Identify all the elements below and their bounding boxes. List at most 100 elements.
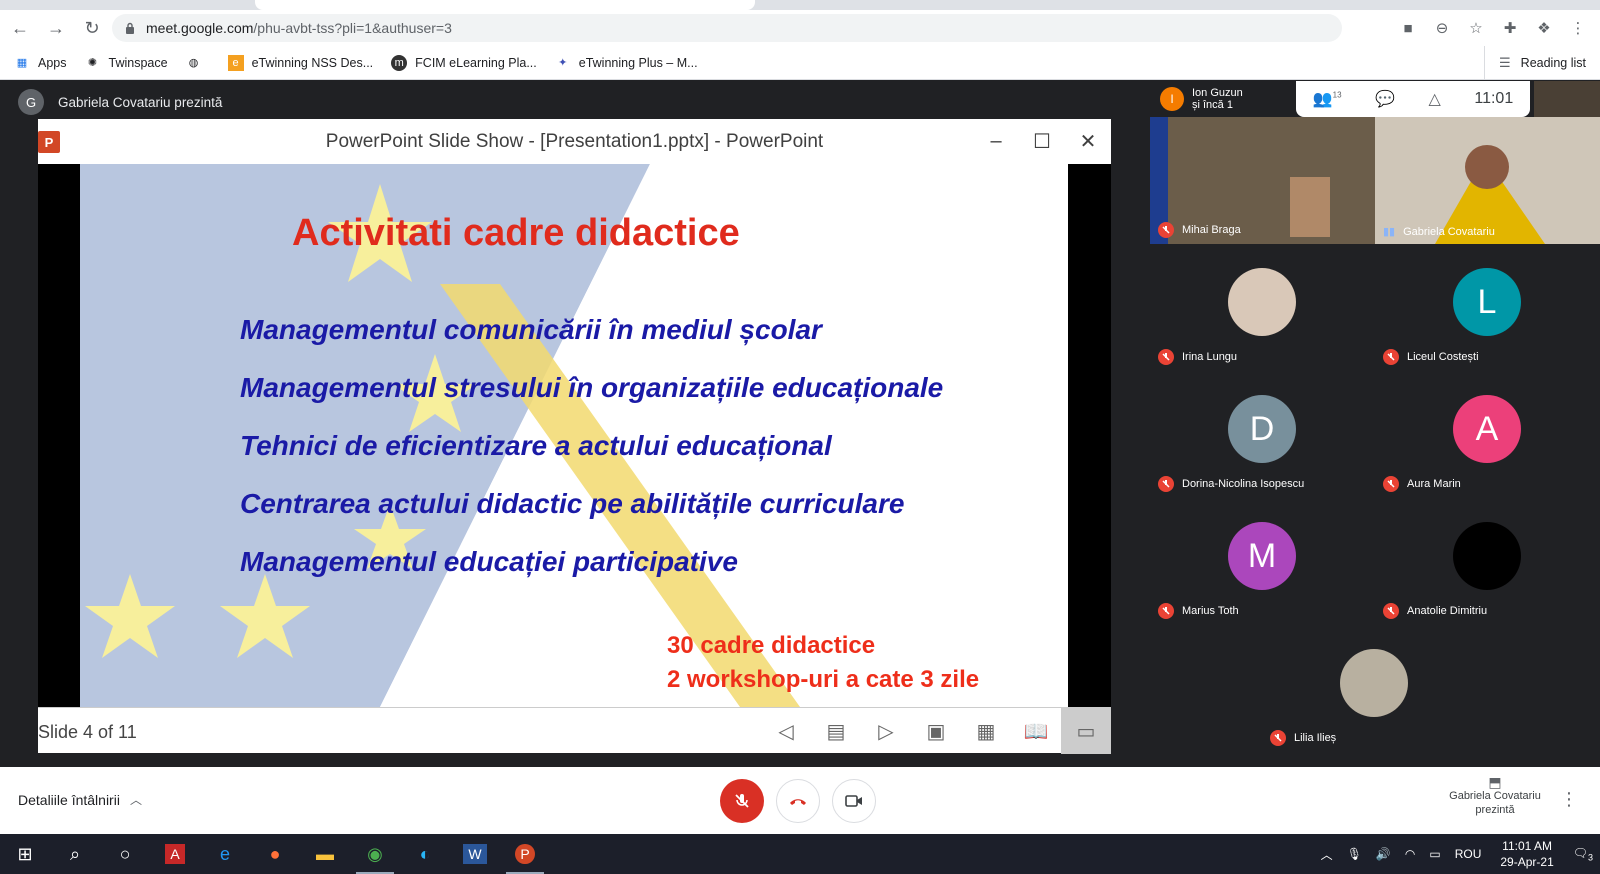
ppt-status-bar: Slide 4 of 11 ◁ ▤ ▷ ▣ ▦ 📖 ▭ <box>38 707 1111 754</box>
back-icon[interactable]: ← <box>4 12 36 44</box>
firefox-icon[interactable]: ● <box>250 834 300 874</box>
self-view[interactable] <box>1534 81 1600 117</box>
participant-label: Dorina-Nicolina Isopescu <box>1158 476 1304 492</box>
participant-label: Liceul Costești <box>1383 349 1479 365</box>
powerpoint-taskbar-icon[interactable]: P <box>500 834 550 874</box>
slide-bullet: Managementul stresului în organizațiile … <box>240 372 944 403</box>
mic-toggle-button[interactable] <box>720 779 764 823</box>
mic-off-icon <box>1383 349 1399 365</box>
volume-icon[interactable]: 🔊 <box>1376 847 1391 861</box>
bookmark-etwinning-nss[interactable]: e eTwinning NSS Des... <box>227 54 373 71</box>
extensions-icon[interactable]: ✚ <box>1498 16 1522 40</box>
cortana-icon[interactable]: ○ <box>100 834 150 874</box>
participant-tile[interactable]: D Dorina-Nicolina Isopescu <box>1150 371 1375 498</box>
participant-tile[interactable]: Irina Lungu <box>1150 244 1375 371</box>
zoom-icon[interactable]: ⊖ <box>1430 16 1454 40</box>
more-options-icon[interactable]: ⋮ <box>1560 789 1578 810</box>
moodle-icon: m <box>391 54 408 71</box>
bookmark-globe[interactable]: ◍ <box>186 55 210 71</box>
participant-tile[interactable]: Anatolie Dimitriu <box>1375 498 1600 625</box>
participant-photo <box>1340 649 1408 717</box>
search-icon[interactable]: ⌕ <box>50 834 100 874</box>
acrobat-icon[interactable]: A <box>150 834 200 874</box>
participant-photo <box>1453 522 1521 590</box>
leave-call-button[interactable] <box>776 779 820 823</box>
slide-counter: Slide 4 of 11 <box>38 722 137 742</box>
bookmark-apps[interactable]: ▦ Apps <box>14 55 67 71</box>
etwinning-icon: e <box>227 54 244 71</box>
participant-tile[interactable]: Lilia Ilieș <box>1262 625 1487 752</box>
ppt-window-title: PowerPoint Slide Show - [Presentation1.p… <box>325 130 824 152</box>
participant-avatar: A <box>1453 395 1521 463</box>
reading-list[interactable]: ☰ Reading list <box>1484 46 1586 80</box>
reload-icon[interactable]: ↻ <box>76 12 108 44</box>
guest-more: și încă 1 <box>1192 99 1233 111</box>
participant-tile[interactable]: A Aura Marin <box>1375 371 1600 498</box>
present-icon: ⬒ <box>1488 774 1502 790</box>
forward-icon[interactable]: → <box>40 12 72 44</box>
url-text: meet.google.com/phu-avbt-tss?pli=1&authu… <box>146 20 452 36</box>
participant-tile[interactable]: M Marius Toth <box>1150 498 1375 625</box>
camera-toggle-button[interactable] <box>832 779 876 823</box>
input-language[interactable]: ROU <box>1455 847 1482 861</box>
maximize-icon[interactable]: ☐ <box>1019 119 1065 164</box>
taskbar-clock[interactable]: 11:01 AM 29-Apr-21 <box>1500 838 1553 870</box>
chrome-icon[interactable]: ◉ <box>350 834 400 874</box>
active-tab[interactable] <box>255 0 755 10</box>
tab-strip <box>0 0 1600 10</box>
mic-off-icon <box>1383 476 1399 492</box>
apps-icon: ▦ <box>16 57 28 69</box>
slide-sorter-icon[interactable]: ▦ <box>961 708 1011 754</box>
presenting-indicator[interactable]: ⬒ Gabriela Covatariu prezintă <box>1440 775 1550 817</box>
slide-bullet: Centrarea actului didactic pe abilitățil… <box>240 488 905 519</box>
guest-chip[interactable]: I Ion Guzun și încă 1 <box>1160 83 1292 115</box>
participant-tile[interactable]: Mihai Braga <box>1150 117 1375 244</box>
meet-toolbar: 👥13 💬 △ 11:01 <box>1296 81 1530 117</box>
slide-menu-icon[interactable]: ▤ <box>811 708 861 754</box>
previous-slide-icon[interactable]: ◁ <box>761 708 811 754</box>
word-icon[interactable]: W <box>450 834 500 874</box>
slide-bullet: Tehnici de eficientizare a actului educa… <box>240 430 832 461</box>
meeting-details-button[interactable]: Detaliile întâlnirii ︿ <box>18 791 142 808</box>
bookmark-fcim[interactable]: m FCIM eLearning Pla... <box>391 54 537 71</box>
star-icon[interactable]: ☆ <box>1464 16 1488 40</box>
camera-icon[interactable]: ■ <box>1396 16 1420 40</box>
next-slide-icon[interactable]: ▷ <box>861 708 911 754</box>
reading-view-icon[interactable]: 📖 <box>1011 708 1061 754</box>
battery-icon[interactable]: ▭ <box>1429 847 1440 861</box>
presenter-avatar: G <box>18 89 44 115</box>
participant-tile[interactable]: ▮▮ Gabriela Covatariu <box>1375 117 1600 244</box>
file-explorer-icon[interactable]: ▬ <box>300 834 350 874</box>
people-icon[interactable]: 👥13 <box>1313 89 1342 109</box>
menu-icon[interactable]: ⋮ <box>1566 16 1590 40</box>
etwinning-plus-icon: ✦ <box>558 57 568 69</box>
chat-icon[interactable]: 💬 <box>1375 89 1395 109</box>
mic-off-icon <box>1158 222 1174 238</box>
chevron-up-icon[interactable]: ︿ <box>1321 846 1333 863</box>
video-icon <box>845 795 862 807</box>
extension-icon[interactable]: ❖ <box>1532 16 1556 40</box>
participant-label: ▮▮ Gabriela Covatariu <box>1383 225 1495 239</box>
activities-icon[interactable]: △ <box>1429 89 1441 109</box>
participant-label: Aura Marin <box>1383 476 1461 492</box>
windows-start-icon[interactable]: ⊞ <box>0 834 50 874</box>
microphone-icon[interactable]: 🎙 <box>1347 847 1362 861</box>
slide-note-line1: 30 cadre didactice <box>667 632 876 659</box>
windows-taskbar: ⊞ ⌕ ○ A e ● ▬ ◉ ◐ W P ︿ 🎙 🔊 ◠ ▭ ROU 11:0… <box>0 834 1600 874</box>
address-bar[interactable]: meet.google.com/phu-avbt-tss?pli=1&authu… <box>112 14 1342 42</box>
participant-tile[interactable]: L Liceul Costești <box>1375 244 1600 371</box>
bookmarks-bar: ▦ Apps ✺ Twinspace ◍ e eTwinning NSS Des...… <box>0 46 1600 80</box>
edge-icon[interactable]: ◐ <box>400 834 450 874</box>
lock-icon <box>126 22 134 34</box>
normal-view-icon[interactable]: ▣ <box>911 708 961 754</box>
internet-explorer-icon[interactable]: e <box>200 834 250 874</box>
participant-avatar: D <box>1228 395 1296 463</box>
notifications-icon[interactable]: 🗨3 <box>1573 846 1593 862</box>
slideshow-view-icon[interactable]: ▭ <box>1061 708 1111 754</box>
wifi-icon[interactable]: ◠ <box>1405 847 1415 861</box>
bookmark-etwinning-plus[interactable]: ✦ eTwinning Plus – M... <box>555 55 697 71</box>
bookmark-twinspace[interactable]: ✺ Twinspace <box>85 55 168 71</box>
minimize-icon[interactable]: – <box>973 119 1019 164</box>
close-icon[interactable]: ✕ <box>1065 119 1111 164</box>
meet-top-strip: I Ion Guzun și încă 1 👥13 💬 △ 11:01 <box>1160 81 1600 117</box>
